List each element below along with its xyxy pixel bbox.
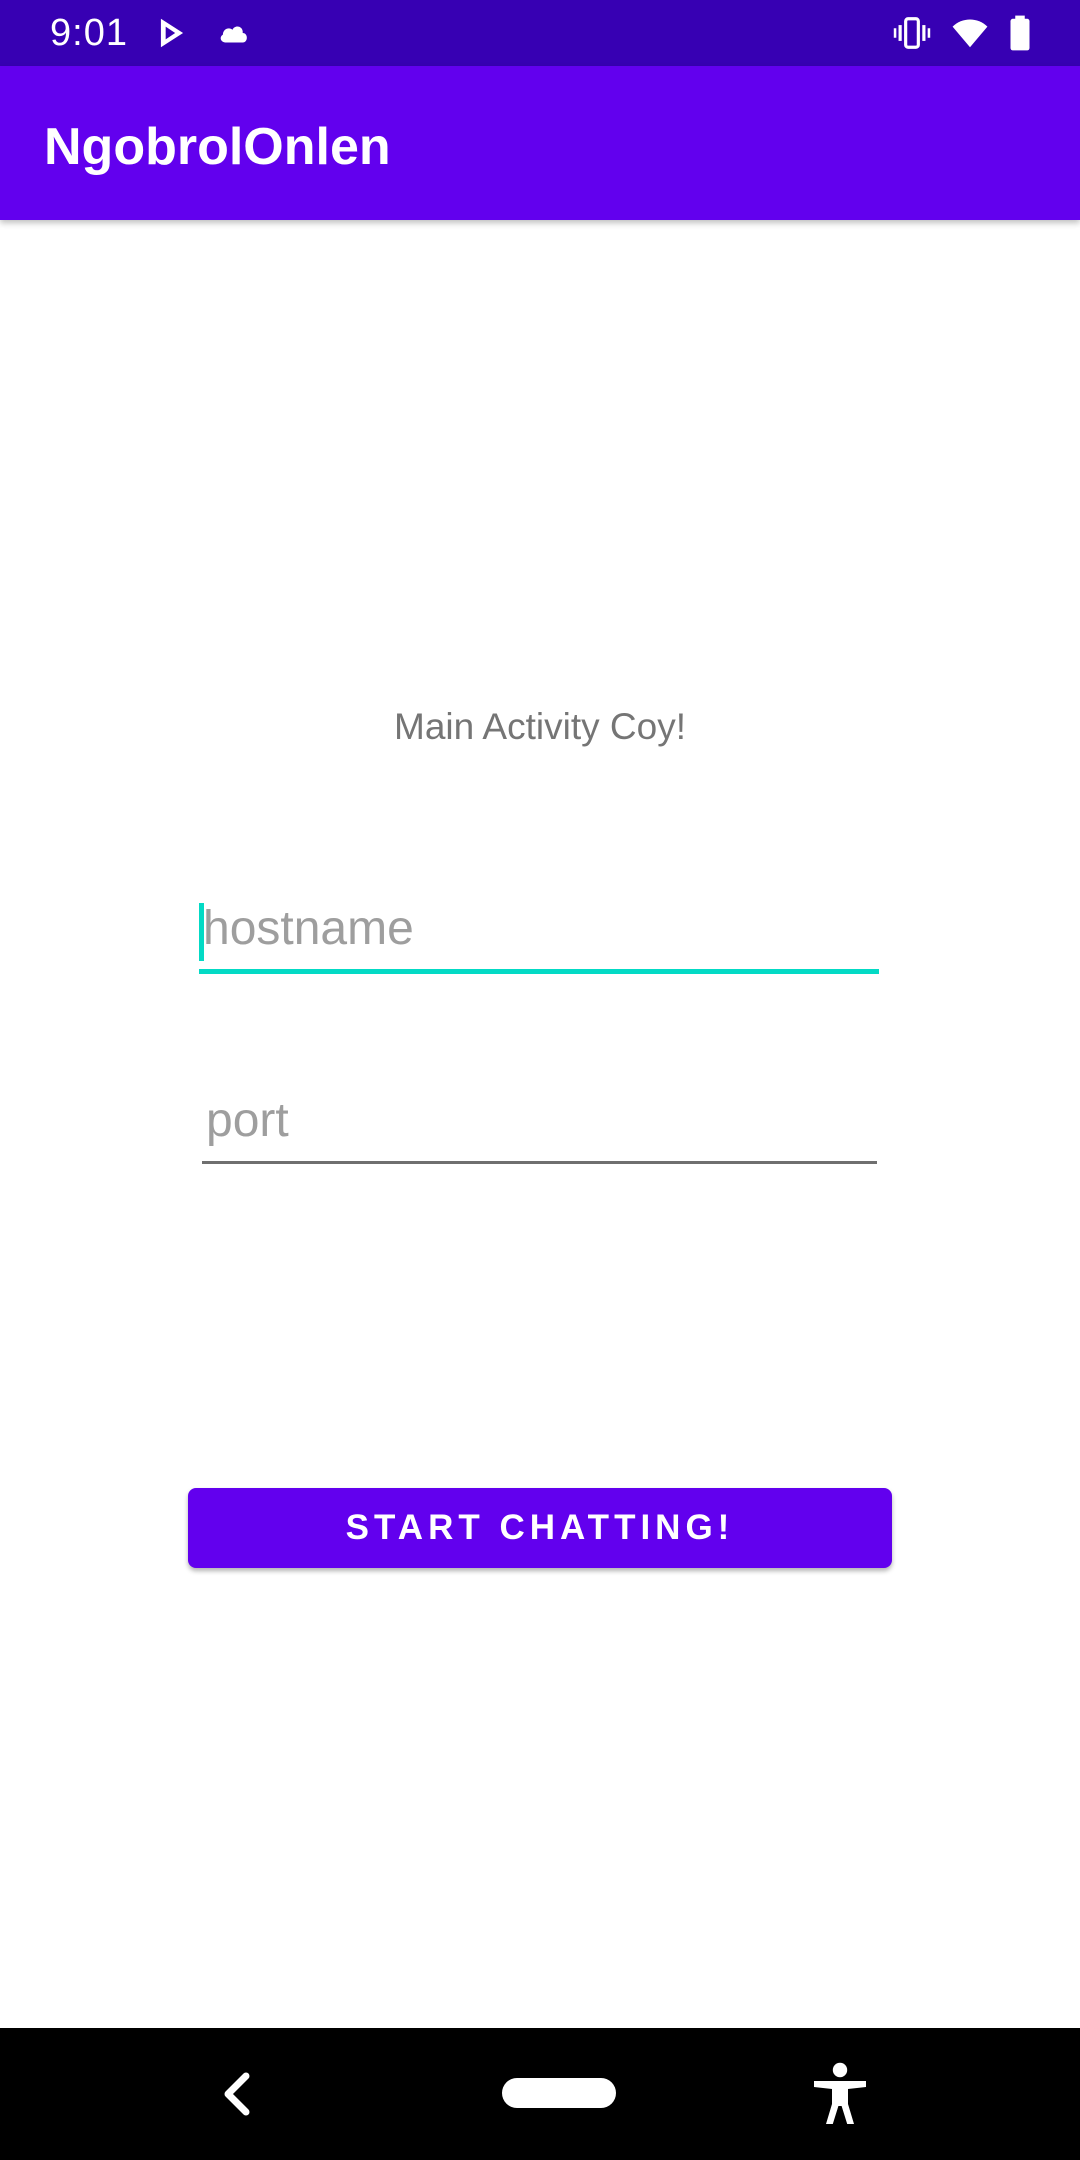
port-input[interactable] bbox=[202, 1085, 877, 1155]
home-icon[interactable] bbox=[500, 2068, 618, 2118]
port-underline bbox=[202, 1161, 877, 1164]
navigation-bar bbox=[0, 2028, 1080, 2160]
main-activity-label: Main Activity Coy! bbox=[394, 706, 686, 747]
hostname-field-container bbox=[199, 893, 879, 974]
back-icon[interactable] bbox=[198, 2054, 278, 2134]
play-store-icon bbox=[152, 14, 192, 52]
screen: 9:01 NgobrolOnlen Main Activity Coy! hos… bbox=[0, 0, 1080, 2160]
vibrate-icon bbox=[892, 14, 932, 52]
hostname-underline bbox=[199, 969, 879, 974]
start-chatting-button[interactable]: START CHATTING! bbox=[188, 1488, 892, 1568]
app-bar: NgobrolOnlen bbox=[0, 66, 1080, 220]
accessibility-icon[interactable] bbox=[800, 2054, 880, 2134]
hostname-input[interactable] bbox=[199, 893, 879, 963]
status-bar: 9:01 bbox=[0, 0, 1080, 66]
wifi-icon bbox=[948, 14, 992, 52]
battery-icon bbox=[1004, 14, 1036, 52]
cloud-icon bbox=[212, 14, 256, 52]
app-title: NgobrolOnlen bbox=[44, 118, 391, 176]
text-cursor bbox=[199, 903, 204, 961]
port-field-container bbox=[202, 1085, 877, 1164]
status-time: 9:01 bbox=[50, 12, 128, 54]
